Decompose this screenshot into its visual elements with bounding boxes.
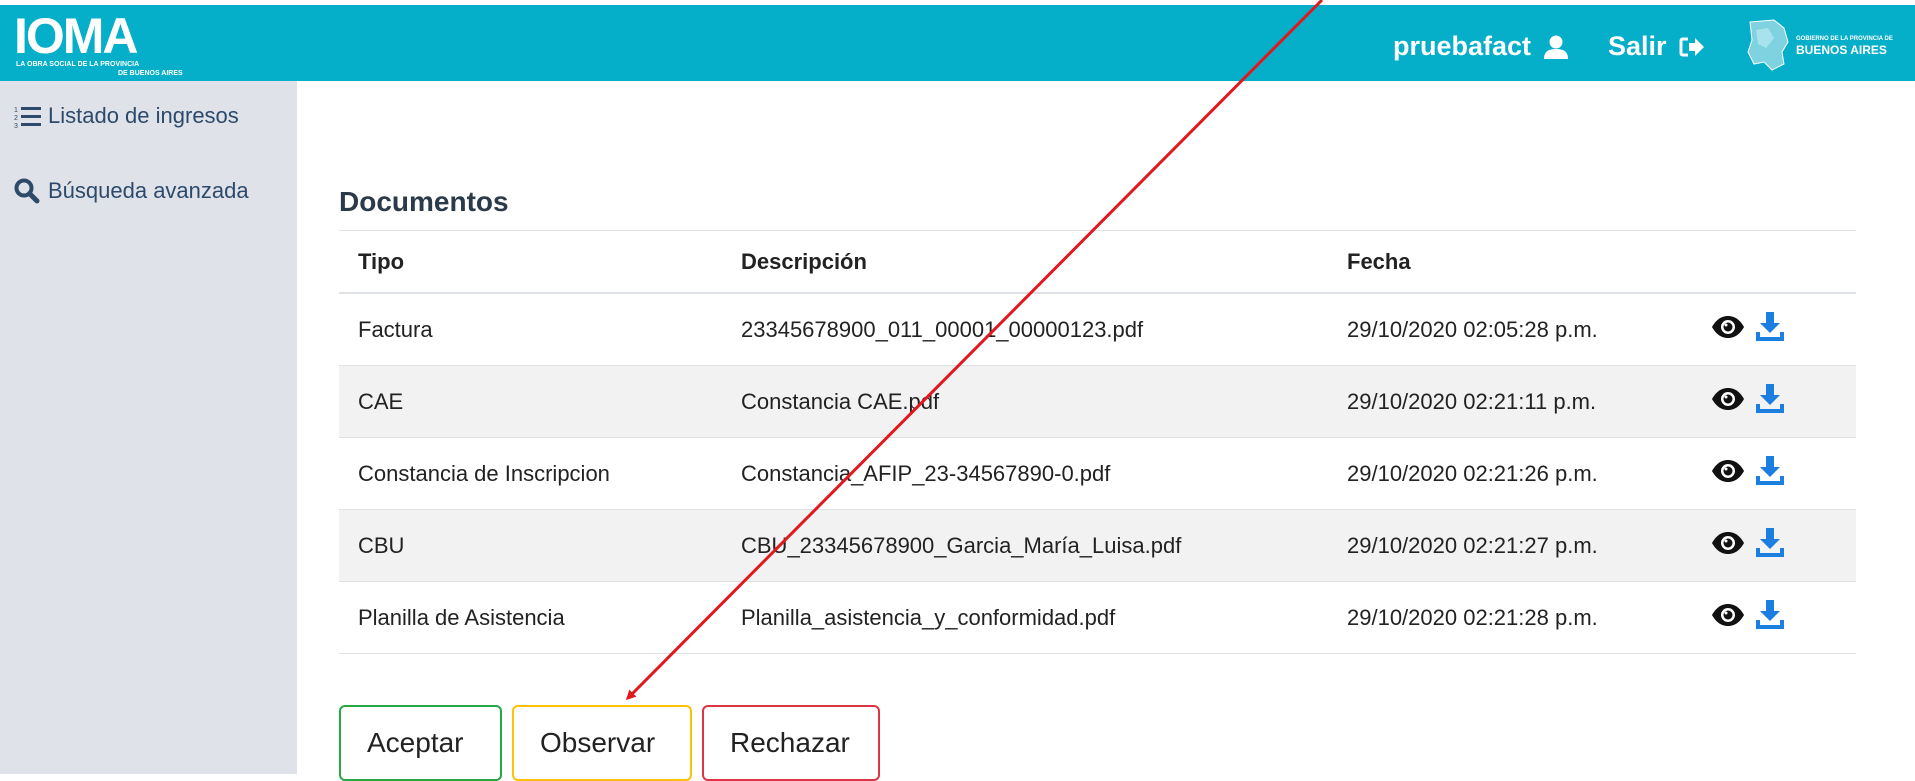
table-row: Planilla de Asistencia Planilla_asistenc… [339, 582, 1856, 654]
svg-text:3: 3 [14, 123, 18, 128]
page-title: Documentos [339, 186, 509, 217]
sidebar-item-listado-de-ingresos[interactable]: 123 Listado de ingresos [14, 103, 239, 129]
cell-tipo: Factura [358, 316, 433, 342]
logo-subtitle-line2: DE BUENOS AIRES [118, 70, 183, 77]
action-buttons: Aceptar Observar Rechazar [339, 705, 880, 781]
sidebar-item-label: Listado de ingresos [48, 103, 239, 128]
province-map-icon [1747, 19, 1789, 71]
table-row: CBU CBU_23345678900_Garcia_María_Luisa.p… [339, 510, 1856, 582]
cell-tipo: Planilla de Asistencia [358, 604, 565, 630]
buenos-aires-gov-logo: GOBIERNO DE LA PROVINCIA DE BUENOS AIRES [1744, 17, 1904, 73]
gov-logo-big-text: BUENOS AIRES [1796, 43, 1887, 57]
download-icon[interactable] [1755, 599, 1785, 637]
table-body: Factura 23345678900_011_00001_00000123.p… [339, 294, 1856, 654]
cell-actions [1711, 311, 1856, 349]
table-row: Constancia de Inscripcion Constancia_AFI… [339, 438, 1856, 510]
cell-descripcion: Constancia CAE.pdf [741, 388, 940, 414]
table-row: CAE Constancia CAE.pdf 29/10/2020 02:21:… [339, 366, 1856, 438]
download-icon[interactable] [1755, 455, 1785, 493]
column-header-descripcion: Descripción [741, 248, 867, 274]
cell-actions [1711, 527, 1856, 565]
cell-tipo: CBU [358, 532, 405, 558]
eye-icon[interactable] [1711, 315, 1745, 345]
eye-icon[interactable] [1711, 387, 1745, 417]
sidebar-item-busqueda-avanzada[interactable]: Búsqueda avanzada [14, 178, 249, 204]
sign-out-icon [1679, 36, 1705, 58]
logo-text: IOMA [14, 8, 139, 64]
cell-descripcion: CBU_23345678900_Garcia_María_Luisa.pdf [741, 532, 1182, 558]
eye-icon[interactable] [1711, 459, 1745, 489]
list-ordered-icon: 123 [14, 104, 48, 128]
ioma-logo[interactable]: IOMA LA OBRA SOCIAL DE LA PROVINCIA DE B… [14, 9, 194, 79]
download-icon[interactable] [1755, 527, 1785, 565]
cell-tipo: Constancia de Inscripcion [358, 460, 610, 486]
table-row: Factura 23345678900_011_00001_00000123.p… [339, 294, 1856, 366]
cell-tipo: CAE [358, 388, 404, 414]
column-header-fecha: Fecha [1347, 248, 1411, 274]
cell-descripcion: 23345678900_011_00001_00000123.pdf [741, 316, 1144, 342]
accept-button[interactable]: Aceptar [339, 705, 502, 781]
download-icon[interactable] [1755, 383, 1785, 421]
cell-actions [1711, 599, 1856, 637]
cell-descripcion: Constancia_AFIP_23-34567890-0.pdf [741, 460, 1111, 486]
cell-descripcion: Planilla_asistencia_y_conformidad.pdf [741, 604, 1116, 630]
username: pruebafact [1393, 31, 1532, 61]
table-header: Tipo Descripción Fecha [339, 231, 1856, 294]
user-menu[interactable]: pruebafact [1393, 31, 1569, 62]
cell-fecha: 29/10/2020 02:05:28 p.m. [1347, 316, 1598, 342]
cell-actions [1711, 383, 1856, 421]
cell-actions [1711, 455, 1856, 493]
reject-button[interactable]: Rechazar [702, 705, 880, 781]
svg-text:2: 2 [14, 115, 18, 122]
cell-fecha: 29/10/2020 02:21:11 p.m. [1347, 388, 1597, 414]
cell-fecha: 29/10/2020 02:21:26 p.m. [1347, 460, 1598, 486]
column-header-tipo: Tipo [358, 248, 405, 274]
user-icon [1543, 34, 1569, 60]
sidebar-item-label: Búsqueda avanzada [48, 178, 249, 203]
observe-button[interactable]: Observar [512, 705, 692, 781]
top-navbar: IOMA LA OBRA SOCIAL DE LA PROVINCIA DE B… [0, 5, 1915, 81]
logout-link[interactable]: Salir [1608, 31, 1705, 62]
download-icon[interactable] [1755, 311, 1785, 349]
logo-subtitle-line1: LA OBRA SOCIAL DE LA PROVINCIA [16, 61, 140, 68]
search-icon [14, 178, 48, 204]
svg-text:1: 1 [14, 107, 18, 114]
cell-fecha: 29/10/2020 02:21:28 p.m. [1347, 604, 1598, 630]
eye-icon[interactable] [1711, 531, 1745, 561]
logout-label: Salir [1608, 31, 1667, 61]
cell-fecha: 29/10/2020 02:21:27 p.m. [1347, 532, 1598, 558]
documents-table: Tipo Descripción Fecha Factura 233456789… [339, 230, 1856, 654]
eye-icon[interactable] [1711, 603, 1745, 633]
